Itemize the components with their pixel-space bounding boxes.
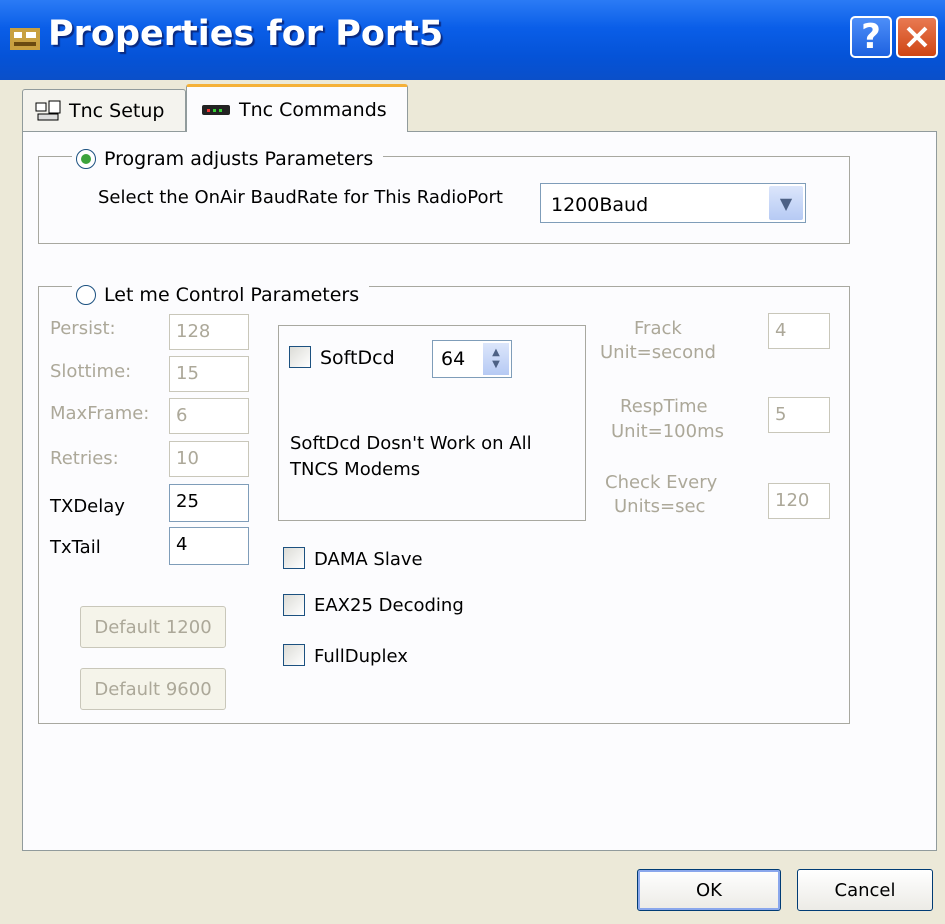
txtail-field[interactable]: 4 [169,527,249,565]
resptime-label-2: Unit=100ms [611,421,724,442]
check-field[interactable]: 120 [768,483,830,519]
ok-button[interactable]: OK [637,869,781,911]
radio-unchecked-icon [76,285,96,305]
help-button[interactable]: ? [850,16,892,58]
tab-label: Tnc Commands [239,98,387,121]
dama-checkbox[interactable] [283,547,305,569]
control-radio-label: Let me Control Parameters [104,284,360,306]
softdcd-note-2: TNCS Modems [290,459,421,480]
txtail-label: TxTail [50,537,101,558]
close-icon [906,26,928,48]
retries-label: Retries: [50,448,119,469]
default-9600-button[interactable]: Default 9600 [80,668,226,710]
softdcd-value: 64 [441,348,466,370]
eax25-label: EAX25 Decoding [314,595,464,616]
tab-tnc-setup[interactable]: Tnc Setup [22,89,186,131]
softdcd-note-1: SoftDcd Dosn't Work on All [290,433,532,454]
softdcd-spinner[interactable]: 64 ▲ ▼ [432,340,512,378]
slottime-field[interactable]: 15 [169,356,249,392]
fullduplex-checkbox[interactable] [283,644,305,666]
dama-label: DAMA Slave [314,549,423,570]
resptime-label-1: RespTime [620,396,708,417]
txdelay-label: TXDelay [50,496,125,517]
baud-value: 1200Baud [551,194,649,216]
check-label-2: Units=sec [614,496,706,517]
modem-icon [202,104,230,115]
retries-field[interactable]: 10 [169,441,249,477]
radio-checked-icon [76,149,96,169]
window-title: Properties for Port5 [48,14,444,54]
eax25-checkbox[interactable] [283,594,305,616]
question-icon: ? [861,17,881,57]
frack-label-2: Unit=second [600,342,716,363]
baud-select[interactable]: 1200Baud ▼ [540,183,806,223]
tab-tnc-commands[interactable]: Tnc Commands [186,84,408,132]
app-icon [10,28,40,50]
chevron-down-icon[interactable]: ▼ [769,186,803,220]
setup-icon [35,100,61,120]
txdelay-field[interactable]: 25 [169,484,249,522]
control-radio[interactable]: Let me Control Parameters [72,284,370,306]
maxframe-label: MaxFrame: [50,403,150,424]
spinner-arrows-icon[interactable]: ▲ ▼ [483,343,509,375]
check-label-1: Check Every [605,472,718,493]
resptime-field[interactable]: 5 [768,397,830,433]
persist-label: Persist: [50,318,116,339]
close-button[interactable] [896,16,938,58]
frack-field[interactable]: 4 [768,313,830,349]
default-1200-button[interactable]: Default 1200 [80,606,226,648]
softdcd-checkbox[interactable] [289,346,311,368]
maxframe-field[interactable]: 6 [169,398,249,434]
frack-label-1: Frack [634,318,682,339]
baud-label: Select the OnAir BaudRate for This Radio… [98,187,503,208]
tab-label: Tnc Setup [69,99,165,122]
softdcd-label: SoftDcd [320,347,395,369]
slottime-label: Slottime: [50,361,132,382]
program-radio[interactable]: Program adjusts Parameters [72,148,384,170]
program-radio-label: Program adjusts Parameters [104,148,374,170]
fullduplex-label: FullDuplex [314,646,408,667]
cancel-button[interactable]: Cancel [797,869,933,911]
persist-field[interactable]: 128 [169,314,249,350]
